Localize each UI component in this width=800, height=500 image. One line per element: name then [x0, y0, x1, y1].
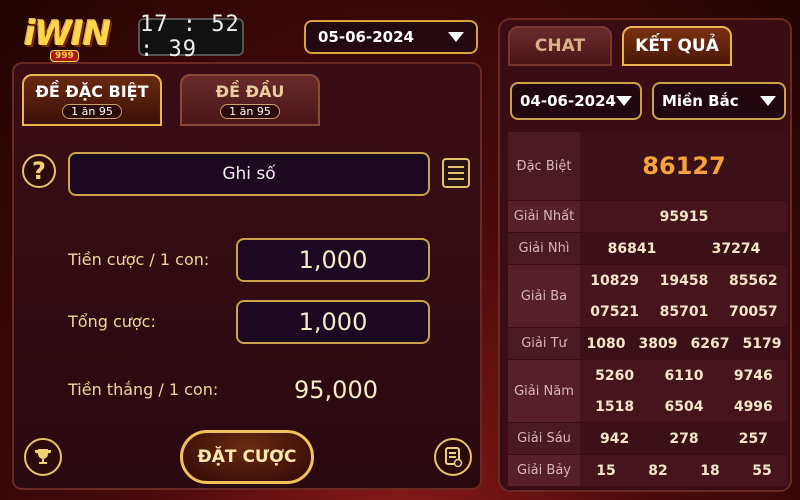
prize-number: 86841 [607, 240, 657, 257]
iwin-logo: iWIN 999 [18, 8, 124, 62]
prize-number: 9746 [733, 367, 773, 384]
chevron-down-icon [448, 32, 464, 42]
prize-number: 6267 [690, 335, 730, 352]
tab-de-dac-biet[interactable]: ĐỀ ĐẶC BIỆT 1 ăn 95 [22, 74, 162, 126]
chevron-down-icon [616, 96, 632, 106]
bet-per-input[interactable]: 1,000 [236, 238, 430, 282]
result-row: Đặc Biệt 86127 [508, 132, 788, 201]
prize-label: Giải Sáu [508, 423, 580, 454]
prize-number: 82 [648, 462, 668, 479]
prize-number: 70057 [728, 303, 778, 320]
prize-number: 5179 [742, 335, 782, 352]
result-row: Giải Bảy 15 82 18 55 [508, 455, 788, 487]
prize-values: 10829 19458 85562 07521 85701 70057 [580, 265, 788, 327]
prize-number: 5260 [595, 367, 635, 384]
prize-values: 95915 [580, 201, 788, 232]
prize-number: 3809 [638, 335, 678, 352]
prize-number: 942 [600, 430, 630, 447]
total-bet-value: 1,000 [236, 300, 430, 344]
prize-values: 942 278 257 [580, 423, 788, 454]
prize-values: 15 82 18 55 [580, 455, 788, 486]
prize-number: 85701 [659, 303, 709, 320]
tab-results[interactable]: KẾT QUẢ [622, 26, 732, 66]
prize-number: 95915 [659, 208, 709, 225]
question-icon: ? [32, 157, 46, 185]
prize-label: Giải Nhất [508, 201, 580, 232]
prize-number: 18 [700, 462, 720, 479]
result-row: Giải Tư 1080 3809 6267 5179 [508, 328, 788, 360]
result-row: Giải Nhất 95915 [508, 201, 788, 233]
results-table: Đặc Biệt 86127 Giải Nhất 95915 Giải Nhì 86841… [508, 132, 788, 487]
result-date-value: 04-06-2024 [520, 92, 616, 110]
result-row: Giải Ba 10829 19458 85562 07521 85701 70057 [508, 265, 788, 328]
bet-per-label: Tiền cược / 1 con: [68, 250, 210, 269]
prize-label: Giải Năm [508, 360, 580, 422]
logo-sub: 999 [50, 50, 79, 62]
trophy-icon[interactable] [24, 438, 62, 476]
prize-number: 19458 [659, 272, 709, 289]
prize-label: Giải Tư [508, 328, 580, 359]
prize-number: 6504 [664, 398, 704, 415]
result-date-select[interactable]: 04-06-2024 [510, 82, 642, 120]
tab-chat[interactable]: CHAT [508, 26, 612, 66]
win-per-label: Tiền thắng / 1 con: [68, 380, 219, 399]
prize-values: 5260 6110 9746 1518 6504 4996 [580, 360, 788, 422]
prize-values: 86127 [580, 132, 788, 200]
prize-label: Giải Ba [508, 265, 580, 327]
prize-number: 15 [596, 462, 616, 479]
result-row: Giải Năm 5260 6110 9746 1518 6504 4996 [508, 360, 788, 423]
draw-date-select[interactable]: 05-06-2024 [304, 20, 478, 54]
prize-number: 1080 [586, 335, 626, 352]
prize-number: 37274 [711, 240, 761, 257]
place-bet-button[interactable]: ĐẶT CƯỢC [180, 430, 314, 484]
prize-values: 86841 37274 [580, 233, 788, 264]
prize-number: 86127 [642, 152, 726, 180]
prize-number: 10829 [590, 272, 640, 289]
prize-number: 257 [738, 430, 768, 447]
odds-badge: 1 ăn 95 [62, 103, 122, 119]
logo-text: iWIN [24, 14, 111, 54]
prize-label: Đặc Biệt [508, 132, 580, 200]
prize-number: 55 [752, 462, 772, 479]
chevron-down-icon [760, 96, 776, 106]
result-row: Giải Sáu 942 278 257 [508, 423, 788, 455]
win-per-value: 95,000 [294, 376, 378, 404]
betting-panel: ĐỀ ĐẶC BIỆT 1 ăn 95 ĐỀ ĐẦU 1 ăn 95 ? Ghi… [12, 62, 482, 490]
result-row: Giải Nhì 86841 37274 [508, 233, 788, 265]
odds-badge: 1 ăn 95 [220, 103, 280, 119]
draw-date-value: 05-06-2024 [318, 28, 414, 46]
total-bet-label: Tổng cược: [68, 312, 156, 331]
help-button[interactable]: ? [22, 154, 56, 188]
prize-number: 85562 [728, 272, 778, 289]
number-input[interactable]: Ghi số [68, 152, 430, 196]
results-panel: CHAT KẾT QUẢ 04-06-2024 Miền Bắc Đặc Biệ… [498, 18, 792, 492]
prize-number: 6110 [664, 367, 704, 384]
prize-values: 1080 3809 6267 5179 [580, 328, 788, 359]
prize-number: 1518 [595, 398, 635, 415]
region-value: Miền Bắc [662, 92, 739, 110]
history-icon[interactable] [434, 438, 472, 476]
tab-label: ĐỀ ĐẦU [215, 81, 285, 101]
prize-number: 4996 [733, 398, 773, 415]
clock: 17 : 52 : 39 [138, 12, 244, 62]
prize-label: Giải Bảy [508, 455, 580, 486]
prize-number: 07521 [590, 303, 640, 320]
tab-de-dau[interactable]: ĐỀ ĐẦU 1 ăn 95 [180, 74, 320, 126]
prize-number: 278 [669, 430, 699, 447]
tab-label: ĐỀ ĐẶC BIỆT [35, 81, 149, 101]
prize-label: Giải Nhì [508, 233, 580, 264]
notepad-icon[interactable] [442, 158, 470, 188]
region-select[interactable]: Miền Bắc [652, 82, 786, 120]
